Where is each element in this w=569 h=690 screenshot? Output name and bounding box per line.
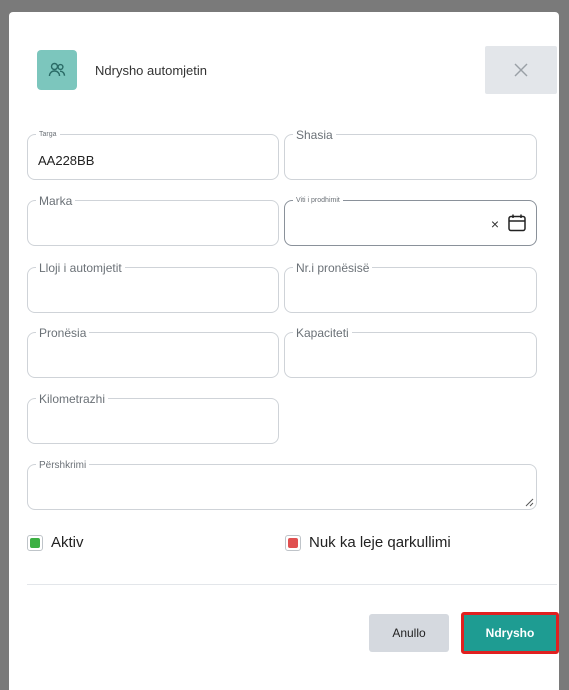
nuk-ka-leje-label: Nuk ka leje qarkullimi bbox=[309, 534, 451, 551]
cancel-button[interactable]: Anullo bbox=[369, 614, 449, 652]
shasia-field[interactable]: Shasia bbox=[284, 128, 537, 180]
shasia-label: Shasia bbox=[293, 128, 336, 142]
nuk-ka-leje-checkbox[interactable]: Nuk ka leje qarkullimi bbox=[285, 534, 451, 551]
nr-pronesise-label: Nr.i pronësisë bbox=[293, 261, 373, 275]
close-icon bbox=[514, 63, 528, 77]
lloji-field[interactable]: Lloji i automjetit bbox=[27, 261, 279, 313]
kilometrazhi-field[interactable]: Kilometrazhi bbox=[27, 392, 279, 444]
close-button[interactable] bbox=[485, 46, 557, 94]
targa-field[interactable]: Targa AA228BB bbox=[27, 130, 279, 180]
lloji-label: Lloji i automjetit bbox=[36, 261, 125, 275]
dialog-title: Ndrysho automjetin bbox=[95, 63, 207, 78]
resize-handle-icon[interactable] bbox=[524, 497, 534, 507]
nuk-ka-leje-checkbox-box[interactable] bbox=[285, 534, 301, 551]
viti-prodhimit-field[interactable]: Viti i prodhimit × bbox=[284, 196, 537, 246]
targa-label: Targa bbox=[36, 130, 60, 139]
pershkrimi-textarea[interactable]: Përshkrimi bbox=[27, 459, 537, 510]
nr-pronesise-field[interactable]: Nr.i pronësisë bbox=[284, 261, 537, 313]
kapaciteti-label: Kapaciteti bbox=[293, 326, 352, 340]
kilometrazhi-label: Kilometrazhi bbox=[36, 392, 109, 406]
footer-divider bbox=[27, 584, 557, 585]
pronesia-label: Pronësia bbox=[36, 326, 90, 340]
targa-value: AA228BB bbox=[38, 153, 95, 168]
clear-date-button[interactable]: × bbox=[491, 216, 499, 232]
aktiv-label: Aktiv bbox=[51, 534, 84, 551]
viti-prodhimit-label: Viti i prodhimit bbox=[293, 196, 343, 205]
kapaciteti-field[interactable]: Kapaciteti bbox=[284, 326, 537, 378]
aktiv-checkbox[interactable]: Aktiv bbox=[27, 534, 84, 551]
edit-vehicle-dialog: Ndrysho automjetin Targa AA228BB Shasia … bbox=[9, 12, 559, 690]
marka-field[interactable]: Marka bbox=[27, 194, 279, 246]
users-icon bbox=[37, 50, 77, 90]
pershkrimi-label: Përshkrimi bbox=[36, 459, 90, 473]
pronesia-field[interactable]: Pronësia bbox=[27, 326, 279, 378]
calendar-icon[interactable] bbox=[507, 213, 527, 233]
submit-button[interactable]: Ndrysho bbox=[461, 612, 559, 654]
aktiv-checkbox-box[interactable] bbox=[27, 534, 43, 551]
marka-label: Marka bbox=[36, 194, 76, 208]
